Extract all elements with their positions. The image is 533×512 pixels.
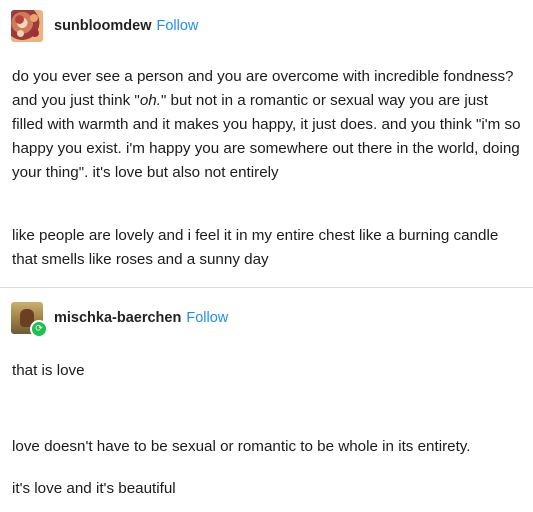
post-paragraph: like people are lovely and i feel it in … [12,227,499,268]
username[interactable]: sunbloomdew [54,18,151,34]
post-reblog: ⟳ mischka-baerchen Follow that is love l… [0,289,533,512]
post-paragraph: do you ever see a person and you are ove… [12,68,521,181]
reblog-icon: ⟳ [30,320,48,338]
post-paragraph: it's love and it's beautiful [12,480,176,497]
follow-button[interactable]: Follow [156,18,198,34]
post-header: sunbloomdew Follow [11,10,198,42]
username[interactable]: mischka-baerchen [54,310,181,326]
post-original: sunbloomdew Follow do you ever see a per… [0,0,533,288]
post-paragraph: love doesn't have to be sexual or romant… [12,438,471,455]
avatar[interactable] [11,10,43,42]
post-header: ⟳ mischka-baerchen Follow [11,302,228,338]
post-paragraph: that is love [12,362,85,379]
post-divider [0,287,533,288]
follow-button[interactable]: Follow [186,310,228,326]
avatar[interactable]: ⟳ [11,302,48,338]
